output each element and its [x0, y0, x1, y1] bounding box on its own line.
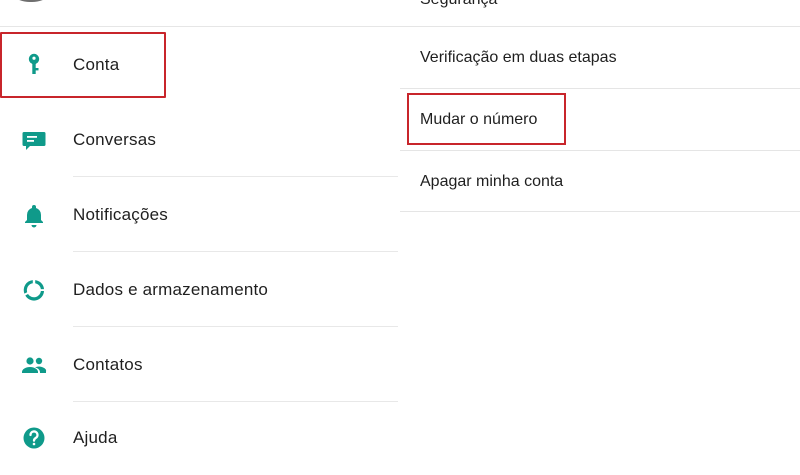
highlight-box-conta: [0, 32, 166, 98]
menu-item-conversas[interactable]: Conversas: [0, 102, 400, 177]
menu-item-apagar-conta[interactable]: Apagar minha conta: [400, 151, 800, 213]
menu-item-notificacoes[interactable]: Notificações: [0, 177, 400, 252]
menu-item-label: Dados e armazenamento: [73, 279, 269, 299]
menu-item-contatos[interactable]: Contatos: [0, 327, 400, 402]
profile-avatar[interactable]: [0, 0, 62, 2]
settings-menu: Conta Conversas Notificações Dados e arm…: [0, 0, 400, 448]
menu-item-label: Apagar minha conta: [420, 173, 564, 190]
contacts-icon: [22, 356, 47, 373]
menu-item-label: Segurança: [420, 0, 497, 9]
menu-item-ajuda[interactable]: Ajuda: [0, 400, 400, 475]
menu-item-label: Verificação em duas etapas: [420, 49, 617, 66]
menu-item-dados-armazenamento[interactable]: Dados e armazenamento: [0, 252, 400, 327]
help-icon: [23, 427, 45, 448]
divider: [400, 211, 800, 212]
menu-item-label: Contatos: [73, 354, 143, 374]
highlight-box-mudar-numero: [407, 93, 566, 145]
menu-item-label: Conversas: [73, 129, 157, 149]
data-usage-icon: [23, 279, 44, 301]
bell-icon: [25, 204, 43, 227]
chat-icon: [22, 131, 46, 150]
menu-item-verificacao-duas-etapas[interactable]: Verificação em duas etapas: [400, 27, 800, 89]
menu-item-label: Notificações: [73, 204, 168, 224]
account-options-menu: Segurança Verificação em duas etapas Mud…: [400, 0, 800, 445]
